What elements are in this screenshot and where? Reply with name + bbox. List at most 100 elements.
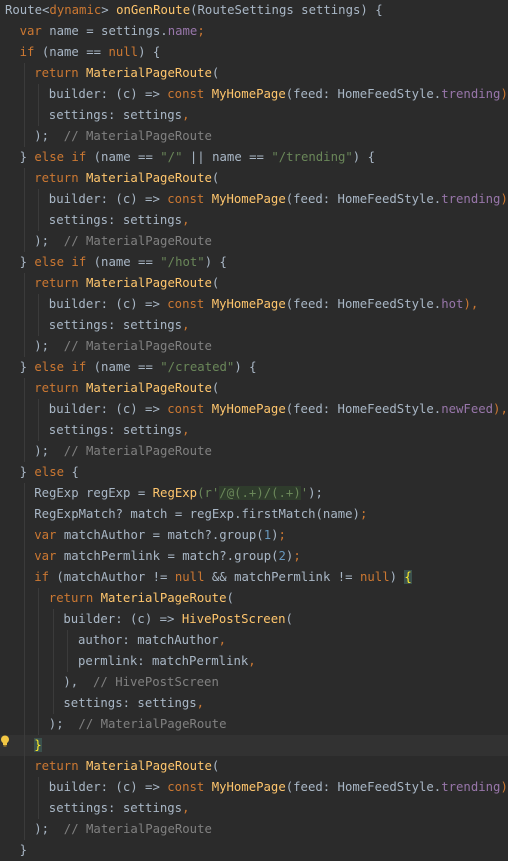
code-line[interactable]: settings: settings,	[0, 210, 508, 231]
code-token-keyword: ,	[182, 423, 190, 437]
code-token-method: MyHomePage	[211, 192, 286, 206]
code-line[interactable]: return MaterialPageRoute(	[0, 378, 508, 399]
code-line[interactable]: var matchPermlink = match?.group(2);	[0, 546, 508, 567]
indent-guide	[23, 63, 25, 84]
code-line[interactable]: settings: settings,	[0, 420, 508, 441]
indent-guide	[38, 672, 40, 693]
code-line[interactable]: author: matchAuthor,	[0, 630, 508, 651]
code-line[interactable]: }	[0, 840, 508, 861]
code-token-default: ) {	[204, 255, 227, 269]
code-token-keyword: ,	[196, 696, 205, 710]
indent-guide	[38, 84, 40, 105]
code-token-keyword: const	[167, 780, 212, 794]
lightbulb-icon[interactable]	[0, 735, 10, 747]
code-line[interactable]: builder: (c) => const MyHomePage(feed: H…	[0, 399, 508, 420]
code-text: builder: (c) => const MyHomePage(feed: H…	[49, 189, 508, 210]
code-line[interactable]: return MaterialPageRoute(	[0, 63, 508, 84]
indent-guide	[23, 588, 25, 609]
code-token-keyword: if	[34, 570, 57, 584]
code-token-default: (	[211, 171, 220, 185]
code-line[interactable]: settings: settings,	[0, 693, 508, 714]
code-token-keyword: var	[19, 24, 50, 38]
code-token-default: (	[211, 276, 220, 290]
code-line[interactable]: var name = settings.name;	[0, 21, 508, 42]
indent-guide	[23, 798, 25, 819]
code-line[interactable]: } else if (name == "/created") {	[0, 357, 508, 378]
code-token-keyword: ;	[197, 24, 205, 38]
code-line[interactable]: ); // MaterialPageRoute	[0, 819, 508, 840]
code-line[interactable]: builder: (c) => const MyHomePage(feed: H…	[0, 294, 508, 315]
indent-guide	[38, 105, 40, 126]
code-token-method: MaterialPageRoute	[86, 381, 212, 395]
code-line[interactable]: return MaterialPageRoute(	[0, 756, 508, 777]
code-line[interactable]: builder: (c) => HivePostScreen(	[0, 609, 508, 630]
code-text: RegExpMatch? match = regExp.firstMatch(n…	[34, 504, 367, 525]
code-line[interactable]: RegExp regExp = RegExp(r'/@(.+)/(.+)');	[0, 483, 508, 504]
code-line[interactable]: settings: settings,	[0, 315, 508, 336]
code-line[interactable]: Route<dynamic> onGenRoute(RouteSettings …	[0, 0, 508, 21]
code-token-default: settings: settings	[48, 108, 183, 122]
indent-guide	[38, 189, 40, 210]
code-token-keyword: return	[34, 276, 87, 290]
code-token-default: )	[389, 570, 405, 584]
code-text: } else if (name == "/" || name == "/tren…	[20, 147, 375, 168]
code-line[interactable]: ); // MaterialPageRoute	[0, 126, 508, 147]
code-token-default: (matchAuthor !=	[56, 570, 175, 584]
code-line[interactable]: builder: (c) => const MyHomePage(feed: H…	[0, 777, 508, 798]
code-line[interactable]: permlink: matchPermlink,	[0, 651, 508, 672]
code-token-number: 1	[263, 528, 272, 542]
code-token-default: (	[211, 381, 220, 395]
code-line[interactable]: var matchAuthor = match?.group(1);	[0, 525, 508, 546]
code-text: builder: (c) => const MyHomePage(feed: H…	[49, 777, 508, 798]
code-token-keyword: const	[167, 297, 212, 311]
code-token-method: MaterialPageRoute	[86, 171, 212, 185]
code-token-comment: // MaterialPageRoute	[49, 339, 212, 353]
code-token-keyword: return	[48, 591, 101, 605]
indent-guide	[52, 609, 54, 630]
code-line[interactable]: ); // MaterialPageRoute	[0, 714, 508, 735]
code-token-method: onGenRoute	[116, 3, 191, 17]
code-token-keyword: ;	[278, 528, 286, 542]
code-token-keyword: var	[34, 528, 64, 542]
code-line[interactable]: settings: settings,	[0, 798, 508, 819]
code-line[interactable]: return MaterialPageRoute(	[0, 273, 508, 294]
code-text: ); // MaterialPageRoute	[34, 126, 212, 147]
code-token-default: }	[19, 360, 35, 374]
code-line[interactable]: ); // MaterialPageRoute	[0, 231, 508, 252]
code-line[interactable]: } else if (name == "/" || name == "/tren…	[0, 147, 508, 168]
indent-guide	[23, 819, 25, 840]
code-text: ); // MaterialPageRoute	[34, 441, 212, 462]
code-token-string: "/"	[160, 150, 183, 164]
code-line[interactable]: ), // HivePostScreen	[0, 672, 508, 693]
code-token-field: hot	[441, 297, 464, 311]
code-line[interactable]: if (name == null) {	[0, 42, 508, 63]
indent-guide	[23, 651, 25, 672]
code-line[interactable]: ); // MaterialPageRoute	[0, 441, 508, 462]
code-token-field: trending	[441, 780, 501, 794]
code-line[interactable]: ); // MaterialPageRoute	[0, 336, 508, 357]
code-token-method: MaterialPageRoute	[100, 591, 227, 605]
code-text: ); // MaterialPageRoute	[34, 819, 212, 840]
code-line-current[interactable]: }	[0, 735, 508, 756]
indent-guide	[23, 84, 25, 105]
code-token-default: (name ==	[41, 45, 109, 59]
code-token-default: builder: (c) =>	[48, 402, 168, 416]
code-token-default: settings: settings	[48, 423, 183, 437]
code-token-default: (	[211, 66, 220, 80]
code-token-keyword: dynamic	[49, 3, 102, 17]
code-token-default: builder: (c) =>	[48, 297, 168, 311]
code-line[interactable]: RegExpMatch? match = regExp.firstMatch(n…	[0, 504, 508, 525]
code-token-keyword: ),	[500, 87, 508, 101]
code-line[interactable]: } else if (name == "/hot") {	[0, 252, 508, 273]
code-line[interactable]: } else {	[0, 462, 508, 483]
indent-guide	[67, 651, 69, 672]
code-editor[interactable]: Route<dynamic> onGenRoute(RouteSettings …	[0, 0, 508, 861]
code-token-regex: /@(.+)/(.+)	[219, 486, 301, 500]
code-line[interactable]: return MaterialPageRoute(	[0, 588, 508, 609]
code-line[interactable]: return MaterialPageRoute(	[0, 168, 508, 189]
code-line[interactable]: builder: (c) => const MyHomePage(feed: H…	[0, 189, 508, 210]
code-text: settings: settings,	[49, 105, 190, 126]
code-line[interactable]: builder: (c) => const MyHomePage(feed: H…	[0, 84, 508, 105]
code-line[interactable]: settings: settings,	[0, 105, 508, 126]
code-line[interactable]: if (matchAuthor != null && matchPermlink…	[0, 567, 508, 588]
